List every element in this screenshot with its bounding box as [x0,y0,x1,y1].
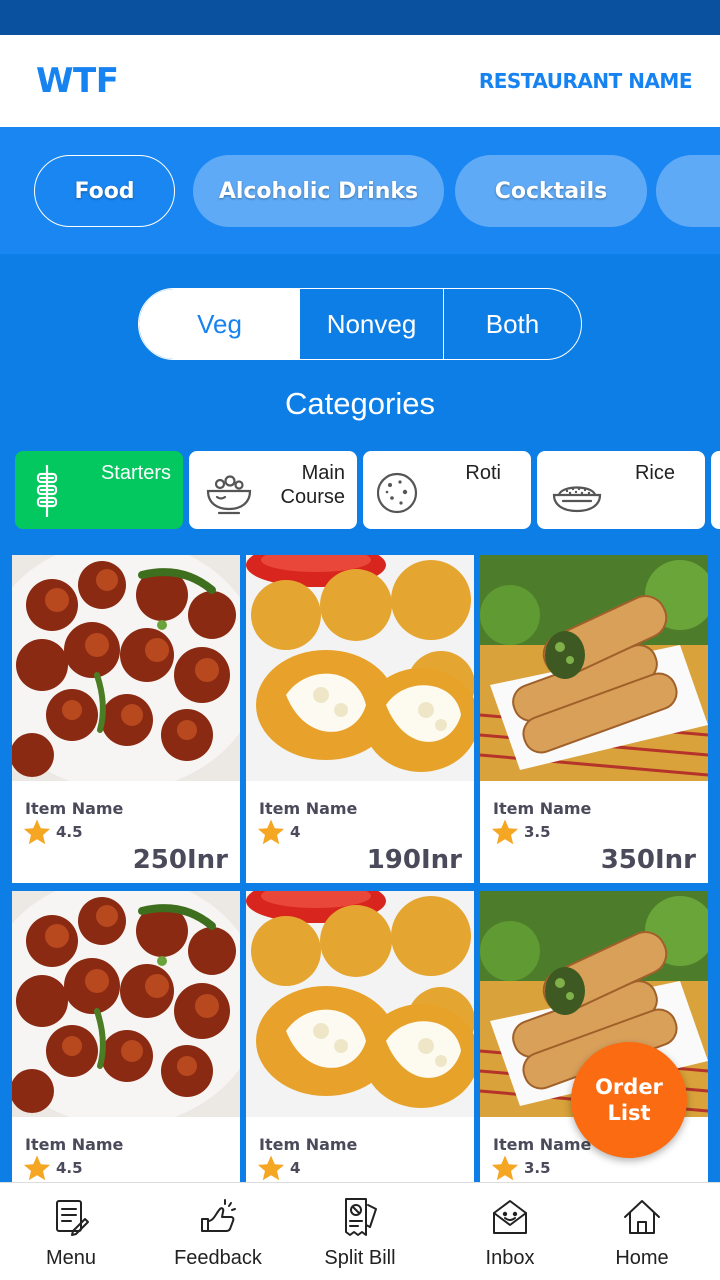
status-bar [0,0,720,35]
rating-value: 4.5 [56,823,83,841]
nav-inbox[interactable]: Inbox [440,1183,580,1280]
app-header: WTF RESTAURANT NAME [0,35,720,127]
category-rice[interactable]: Rice [537,451,705,529]
diet-filter: Veg Nonveg Both [138,288,582,360]
menu-type-tabs: Food Alcoholic Drinks Cocktails [0,127,720,254]
item-rating: 4.5 [22,1153,83,1183]
item-rating: 3.5 [490,1153,551,1183]
category-starters[interactable]: Starters [15,451,183,529]
rating-value: 4.5 [56,1159,83,1177]
spring-rolls-image [480,555,708,781]
split-bill-icon [345,1198,377,1236]
gobi-manchurian-image [12,555,240,781]
item-card[interactable]: Item Name 3.5 350Inr [480,555,708,883]
nav-home-label: Home [615,1247,669,1269]
gobi-manchurian-image [12,891,240,1117]
nav-home[interactable]: Home [572,1183,712,1280]
star-icon [491,819,519,845]
item-price: 350Inr [600,845,696,875]
bowl-icon [206,475,252,515]
item-price: 250Inr [132,845,228,875]
item-name: Item Name [259,1135,358,1154]
star-icon [491,1155,519,1181]
category-main-course[interactable]: Main Course [189,451,357,529]
skewer-icon [36,465,58,517]
gobi-pakora-image [246,891,474,1117]
tab-cocktails[interactable]: Cocktails [455,155,647,227]
category-roti[interactable]: Roti [363,451,531,529]
categories-heading: Categories [285,386,435,421]
order-list-label-line2: List [607,1101,651,1125]
filter-nonveg[interactable]: Nonveg [300,289,444,359]
app-logo[interactable]: WTF [36,61,119,101]
item-price: 190Inr [366,845,462,875]
filter-veg[interactable]: Veg [139,289,300,359]
tab-food[interactable]: Food [34,155,175,227]
item-card[interactable]: Item Name 4 [246,891,474,1219]
nav-feedback-label: Feedback [174,1247,262,1269]
tab-alcoholic-drinks[interactable]: Alcoholic Drinks [193,155,444,227]
nav-menu[interactable]: Menu [0,1183,142,1280]
restaurant-name: RESTAURANT NAME [478,69,693,93]
menu-icon [56,1200,89,1236]
item-card[interactable]: Item Name 4 190Inr [246,555,474,883]
item-card[interactable]: Item Name 4.5 [12,891,240,1219]
item-rating: 4.5 [22,817,83,847]
home-icon [624,1200,660,1234]
item-rating: 3.5 [490,817,551,847]
nav-feedback[interactable]: Feedback [145,1183,291,1280]
star-icon [23,819,51,845]
rice-icon [552,486,602,513]
item-name: Item Name [259,799,358,818]
nav-inbox-label: Inbox [485,1247,535,1269]
item-name: Item Name [25,799,124,818]
star-icon [23,1155,51,1181]
item-card[interactable]: Item Name 4.5 250Inr [12,555,240,883]
rating-value: 4 [290,823,301,841]
item-name: Item Name [493,799,592,818]
category-list: Starters Main Course Roti Rice [0,451,720,529]
order-list-label-line1: Order [595,1075,663,1099]
category-more[interactable] [711,451,720,529]
order-list-button[interactable]: Order List [571,1042,687,1158]
bottom-navigation: Menu Feedback Split Bill Inbox Home [0,1182,720,1280]
item-rating: 4 [256,817,300,847]
item-rating: 4 [256,1153,300,1183]
roti-icon [377,472,418,514]
rating-value: 3.5 [524,823,551,841]
category-label: Rice [634,462,675,484]
nav-split-bill[interactable]: Split Bill [290,1183,430,1280]
category-label: Roti [465,462,501,484]
item-name: Item Name [493,1135,592,1154]
feedback-icon [201,1199,236,1232]
category-label: Starters [100,462,171,484]
rating-value: 4 [290,1159,301,1177]
star-icon [257,819,285,845]
filter-both[interactable]: Both [444,289,581,359]
star-icon [257,1155,285,1181]
tab-more[interactable] [656,155,720,227]
item-name: Item Name [25,1135,124,1154]
nav-menu-label: Menu [45,1247,97,1269]
nav-split-bill-label: Split Bill [324,1247,396,1269]
rating-value: 3.5 [524,1159,551,1177]
gobi-pakora-image [246,555,474,781]
inbox-icon [493,1200,527,1234]
category-label: Main Course [280,462,345,508]
